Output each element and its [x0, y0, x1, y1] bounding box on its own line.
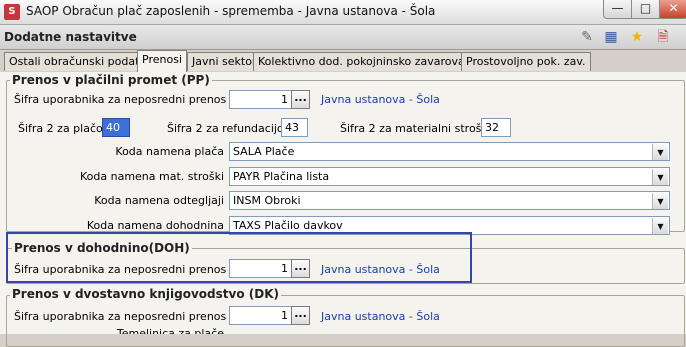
pp-sifra2-material-input[interactable]: 32 [481, 118, 511, 137]
pp-user-code-lookup-button[interactable]: ... [291, 90, 310, 109]
group-dk-title: Prenos v dvostavno knjigovodstvo (DK) [10, 287, 281, 301]
chevron-down-icon[interactable]: ▼ [652, 144, 668, 160]
maximize-button[interactable]: □ [631, 0, 660, 19]
pp-sifra2-refundacijo-label: Šifra 2 za refundacijo [167, 122, 284, 135]
pp-sifra2-refundacijo-input[interactable]: 43 [281, 118, 308, 137]
tab-prenosi[interactable]: Prenosi [137, 50, 187, 74]
pp-koda-dohodnina-label: Koda namena dohodnina [86, 219, 224, 232]
pp-user-code-label: Šifra uporabnika za neposredni prenos [14, 93, 227, 106]
dk-partial-label: Temeljnica za plače [14, 328, 224, 334]
chevron-down-icon[interactable]: ▼ [652, 193, 668, 209]
pp-koda-odtegljaji-label: Koda namena odtegljaji [94, 194, 224, 207]
app-logo-icon: S [4, 4, 20, 20]
title-bar: S SAOP Obračun plač zaposlenih - spremem… [0, 0, 686, 25]
tab-prostovoljno-zavarovanje[interactable]: Prostovoljno pok. zav. [461, 52, 591, 71]
panel-header: Dodatne nastavitve ✎ ▦ ★ 🗎 [0, 25, 686, 50]
tab-ostali-obracunski-podatki[interactable]: Ostali obračunski podatki [4, 52, 154, 71]
pp-koda-mat-value: PAYR Plačina lista [233, 170, 330, 183]
chevron-down-icon[interactable]: ▼ [652, 169, 668, 185]
window-title: SAOP Obračun plač zaposlenih - sprememba… [26, 4, 436, 18]
tab-javni-sektor[interactable]: Javni sektor [187, 52, 262, 71]
pp-koda-placa-label: Koda namena plača [115, 145, 224, 158]
pp-koda-mat-label: Koda namena mat. stroški [80, 170, 224, 183]
edit-icon[interactable]: ✎ [578, 28, 596, 46]
dk-user-code-lookup-button[interactable]: ... [291, 306, 310, 325]
chevron-down-icon[interactable]: ▼ [652, 218, 668, 234]
pp-koda-dohodnina-value: TAXS Plačilo davkov [233, 219, 343, 232]
pp-koda-odtegljaji-select[interactable]: INSM Obroki ▼ [229, 191, 670, 210]
pp-koda-placa-select[interactable]: SALA Plače ▼ [229, 142, 670, 161]
pp-sifra2-placo-input[interactable]: 40 [102, 118, 130, 137]
star-icon[interactable]: ★ [628, 28, 646, 46]
close-button[interactable]: ✕ [659, 0, 686, 19]
tab-kolektivno-zavarovanje[interactable]: Kolektivno dod. pokojninsko zavarovanje [253, 52, 487, 71]
tab-bar: Ostali obračunski podatki Prenosi Javni … [0, 50, 686, 74]
pp-user-code-input[interactable]: 1 [229, 90, 292, 109]
pp-user-name-link[interactable]: Javna ustanova - Šola [321, 93, 440, 106]
pp-koda-placa-value: SALA Plače [233, 145, 295, 158]
minimize-button[interactable]: — [603, 0, 632, 19]
panel-title: Dodatne nastavitve [4, 30, 137, 44]
pp-sifra2-material-label: Šifra 2 za materialni strošek [340, 122, 495, 135]
pp-koda-mat-select[interactable]: PAYR Plačina lista ▼ [229, 167, 670, 186]
highlight-box [6, 232, 472, 283]
pp-koda-odtegljaji-value: INSM Obroki [233, 194, 301, 207]
dk-user-name-link[interactable]: Javna ustanova - Šola [321, 310, 440, 323]
dk-user-code-label: Šifra uporabnika za neposredni prenos [14, 310, 227, 323]
grid-icon[interactable]: ▦ [602, 28, 620, 46]
pp-sifra2-placo-label: Šifra 2 za plačo [18, 122, 103, 135]
group-pp-title: Prenos v plačilni promet (PP) [10, 73, 212, 87]
dk-user-code-input[interactable]: 1 [229, 306, 292, 325]
document-icon[interactable]: 🗎 [654, 28, 672, 46]
